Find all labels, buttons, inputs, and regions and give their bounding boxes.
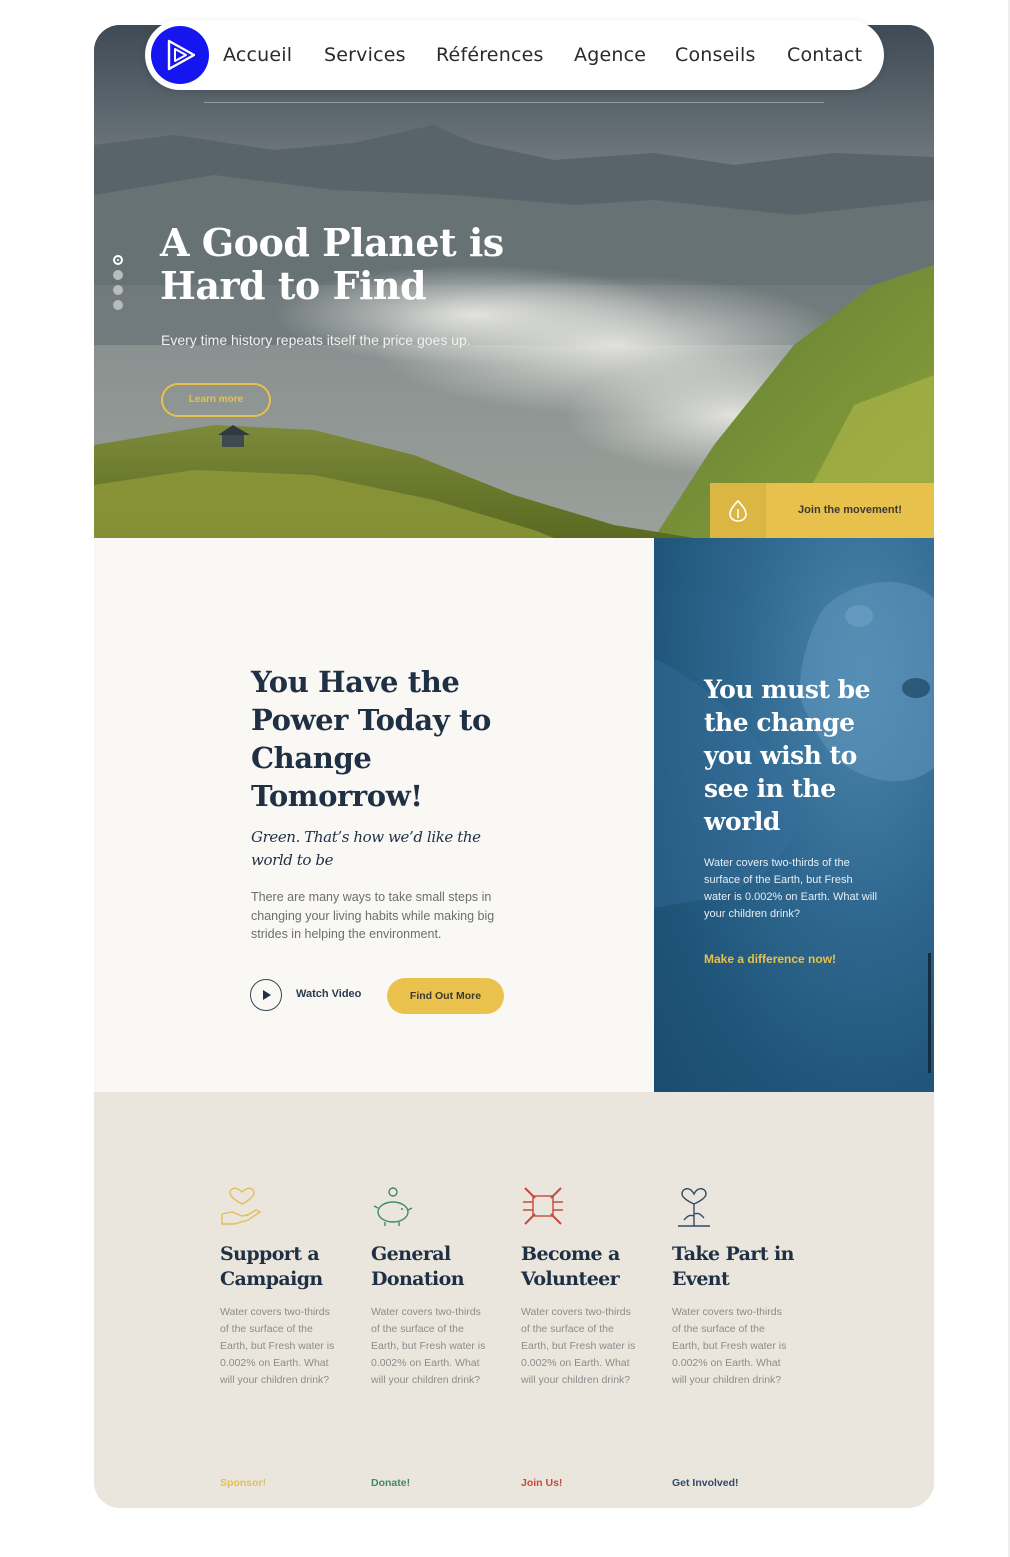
way-title: Take Part in Event: [672, 1243, 794, 1290]
nav-item-accueil[interactable]: Accueil: [223, 44, 292, 66]
main-navigation: Accueil Services Références Agence Conse…: [145, 20, 884, 90]
ways-to-help-section: Support a Campaign Water covers two-thir…: [94, 1092, 934, 1508]
way-title: General Donation: [371, 1243, 465, 1290]
join-us-link[interactable]: Join Us!: [521, 1477, 562, 1489]
page-card: A Good Planet is Hard to Find Every time…: [94, 25, 934, 1508]
piggy-bank-icon: [373, 1187, 413, 1226]
power-text: There are many ways to take small steps …: [251, 890, 495, 941]
hero-title: A Good Planet is Hard to Find: [160, 220, 504, 308]
play-logo-icon[interactable]: [151, 26, 209, 84]
power-subtitle: Green. That’s how we’d like the world to…: [251, 828, 481, 869]
join-movement-button[interactable]: Join the movement!: [710, 483, 934, 538]
change-title: You must be the change you wish to see i…: [704, 675, 871, 836]
heart-hand-icon: [221, 1187, 262, 1225]
slider-dot-3[interactable]: [113, 285, 123, 295]
nav-item-references[interactable]: Références: [436, 44, 544, 66]
way-title: Support a Campaign: [220, 1243, 323, 1290]
way-text: Water covers two-thirds of the surface o…: [220, 1306, 335, 1386]
donate-link[interactable]: Donate!: [371, 1477, 410, 1489]
scroll-indicator: [928, 953, 931, 1073]
learn-more-button[interactable]: Learn more: [161, 383, 271, 417]
heart-flower-icon: [678, 1188, 710, 1227]
nav-item-conseils[interactable]: Conseils: [675, 44, 756, 66]
get-involved-link[interactable]: Get Involved!: [672, 1477, 739, 1489]
nav-item-contact[interactable]: Contact: [787, 44, 862, 66]
leaf-drop-icon: [710, 483, 766, 538]
power-section: You Have the Power Today to Change Tomor…: [94, 538, 654, 1092]
change-text: Water covers two-thirds of the surface o…: [704, 857, 878, 920]
slider-dot-1[interactable]: [113, 255, 123, 265]
power-title: You Have the Power Today to Change Tomor…: [251, 665, 491, 813]
way-text: Water covers two-thirds of the surface o…: [521, 1306, 636, 1386]
joined-hands-icon: [523, 1187, 563, 1225]
hero-divider: [204, 102, 824, 103]
hero-section: A Good Planet is Hard to Find Every time…: [94, 25, 934, 538]
slider-dot-2[interactable]: [113, 270, 123, 280]
watch-video-label: Watch Video: [296, 988, 362, 1000]
way-title: Become a Volunteer: [521, 1243, 620, 1290]
slider-dot-4[interactable]: [113, 300, 123, 310]
slider-dots: [113, 255, 125, 315]
hero-subtitle: Every time history repeats itself the pr…: [161, 332, 471, 348]
make-difference-link[interactable]: Make a difference now!: [704, 952, 836, 966]
nav-item-agence[interactable]: Agence: [574, 44, 646, 66]
sponsor-link[interactable]: Sponsor!: [220, 1477, 266, 1489]
play-icon: [250, 979, 282, 1011]
way-text: Water covers two-thirds of the surface o…: [371, 1306, 486, 1386]
way-text: Water covers two-thirds of the surface o…: [672, 1306, 787, 1386]
join-movement-label: Join the movement!: [798, 504, 902, 516]
nav-item-services[interactable]: Services: [324, 44, 406, 66]
change-section: You must be the change you wish to see i…: [654, 538, 934, 1092]
find-out-more-button[interactable]: Find Out More: [387, 978, 504, 1014]
